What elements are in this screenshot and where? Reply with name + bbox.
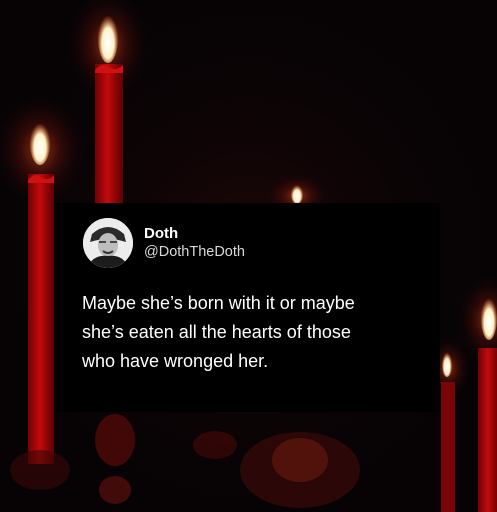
tweet-text-line: she’s eaten all the hearts of those (82, 322, 351, 342)
author-name[interactable]: Doth (144, 225, 178, 242)
tweet-text-line: Maybe she’s born with it or maybe (82, 293, 355, 313)
author-handle[interactable]: @DothTheDoth (144, 244, 245, 260)
tweet-card: Doth @DothTheDoth Maybe she’s born with … (57, 203, 440, 412)
tweet-text: Maybe she’s born with it or maybe she’s … (82, 289, 427, 376)
profile-photo-icon (83, 218, 133, 268)
tweet-text-line: who have wronged her. (82, 351, 269, 371)
avatar (83, 218, 133, 268)
